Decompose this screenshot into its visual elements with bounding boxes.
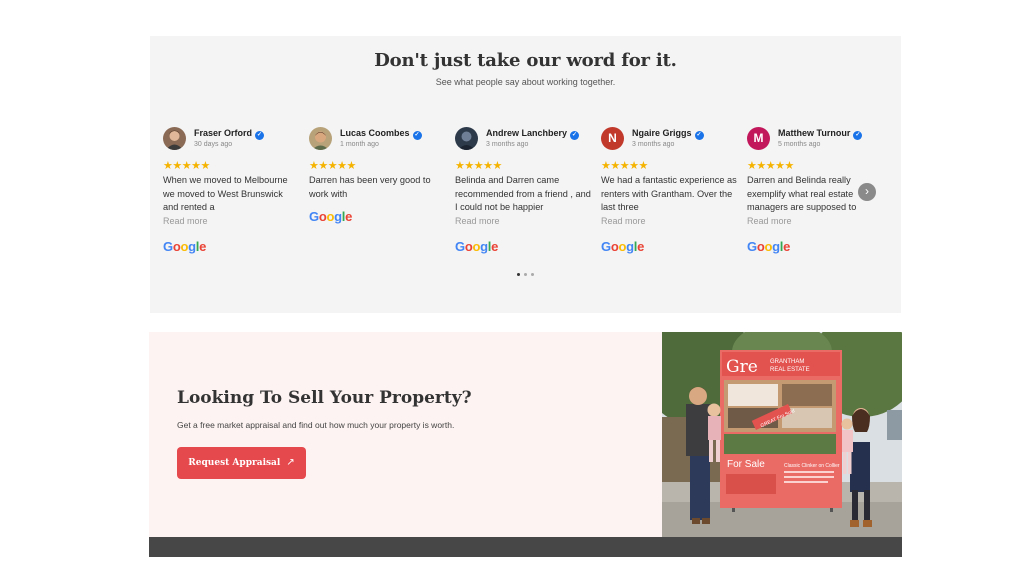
read-more-link[interactable]: Read more (455, 216, 500, 226)
reviewer-name: Ngaire Griggs ✓ (632, 128, 704, 140)
review-text: Belinda and Darren came recommended from… (455, 175, 591, 213)
star-rating: ★★★★★ (747, 160, 794, 172)
review-card: N Ngaire Griggs ✓ 3 months ago ★★★★★ We h… (601, 125, 737, 265)
reviews-subheading: See what people say about working togeth… (435, 77, 616, 87)
reviewer-name: Fraser Orford ✓ (194, 128, 265, 140)
reviews-section: Don't just take our word for it. See wha… (150, 36, 901, 313)
verified-badge-icon: ✓ (853, 131, 863, 140)
sign-subtitle: Classic Clinker on Collier (784, 463, 840, 469)
pagination-dot[interactable] (517, 273, 520, 276)
review-text: When we moved to Melbourne we moved to W… (163, 175, 288, 213)
verified-badge-icon: ✓ (694, 131, 704, 140)
read-more-link[interactable]: Read more (601, 216, 646, 226)
verified-badge-icon: ✓ (255, 131, 265, 140)
verified-badge-icon: ✓ (412, 131, 422, 140)
sign-brand-line2: REAL ESTATE (770, 367, 810, 373)
review-date: 1 month ago (340, 141, 379, 148)
cta-heading: Looking To Sell Your Property? (177, 388, 472, 408)
cta-body: Get a free market appraisal and find out… (177, 420, 455, 430)
arrow-up-right-icon: ↗ (286, 457, 295, 468)
read-more-link[interactable]: Read more (163, 216, 208, 226)
review-date: 3 months ago (486, 141, 529, 148)
reviewer-name: Matthew Turnour ✓ (778, 128, 863, 140)
review-card: Fraser Orford ✓ 30 days ago ★★★★★ When we… (163, 125, 299, 265)
review-date: 3 months ago (632, 141, 675, 148)
review-card: Lucas Coombes ✓ 1 month ago ★★★★★ Darren … (309, 125, 445, 265)
reviewer-avatar (455, 127, 478, 150)
reviewer-avatar (163, 127, 186, 150)
review-card: Andrew Lanchbery ✓ 3 months ago ★★★★★ Bel… (455, 125, 591, 265)
star-rating: ★★★★★ (163, 160, 210, 172)
google-logo-icon: Google (455, 239, 499, 254)
sign-for-sale: For Sale (727, 459, 765, 470)
page: Don't just take our word for it. See wha… (0, 0, 1024, 576)
reviews-heading: Don't just take our word for it. (374, 50, 677, 71)
google-logo-icon: Google (601, 239, 645, 254)
review-text: We had a fantastic experience as renters… (601, 175, 737, 213)
reviewer-avatar: M (747, 127, 770, 150)
sign-brand-line1: GRANTHAM (770, 359, 804, 365)
google-logo-icon: Google (163, 239, 207, 254)
google-logo-icon: Google (747, 239, 791, 254)
reviewer-name: Andrew Lanchbery ✓ (486, 128, 580, 140)
reviewer-avatar: N (601, 127, 624, 150)
reviewer-avatar (309, 127, 332, 150)
sell-property-section: Looking To Sell Your Property? Get a fre… (149, 332, 662, 537)
verified-badge-icon: ✓ (570, 131, 580, 140)
property-photo: Gre GRANTHAM REAL ESTATE GREAT Fro Sold … (662, 332, 902, 537)
footer-bar (149, 537, 902, 557)
review-date: 30 days ago (194, 141, 233, 148)
carousel-pagination (150, 272, 901, 276)
read-more-link[interactable]: Read more (747, 216, 792, 226)
reviewer-name: Lucas Coombes ✓ (340, 128, 422, 140)
reviews-carousel: Fraser Orford ✓ 30 days ago ★★★★★ When we… (163, 125, 893, 265)
request-appraisal-button[interactable]: Request Appraisal ↗ (177, 447, 306, 479)
star-rating: ★★★★★ (309, 160, 356, 172)
star-rating: ★★★★★ (455, 160, 502, 172)
star-rating: ★★★★★ (601, 160, 648, 172)
pagination-dot[interactable] (524, 273, 527, 276)
pagination-dot[interactable] (531, 273, 534, 276)
sign-logo: Gre (726, 357, 758, 377)
google-logo-icon: Google (309, 209, 353, 224)
review-date: 5 months ago (778, 141, 821, 148)
carousel-next-icon[interactable]: › (858, 183, 876, 201)
